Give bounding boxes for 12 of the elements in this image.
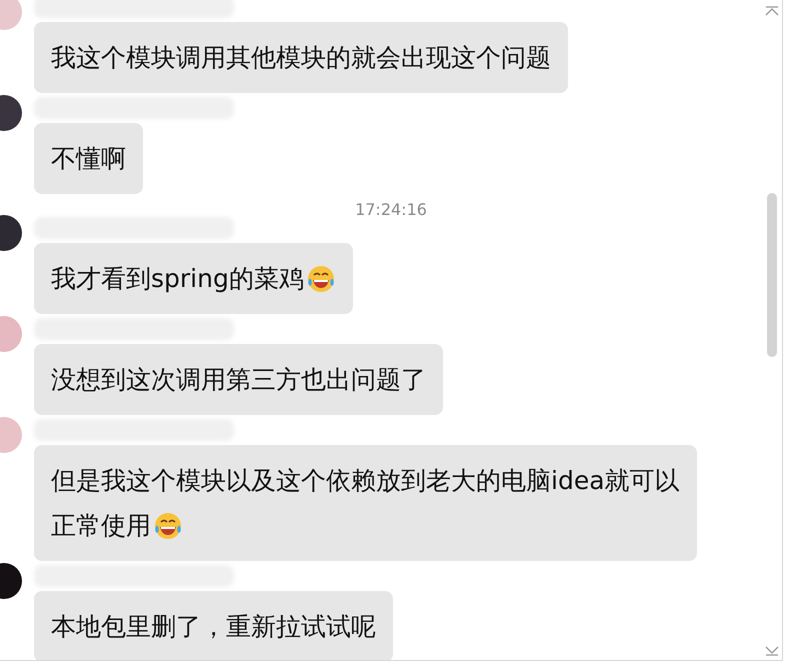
message-bubble: 本地包里删了，重新拉试试呢: [34, 591, 393, 660]
laughing-emoji-icon: [306, 264, 336, 294]
scrollbar-thumb[interactable]: [767, 193, 777, 357]
timestamp: 17:24:16: [355, 200, 427, 219]
scroll-bottom-icon[interactable]: [765, 646, 779, 656]
message-bubble: 但是我这个模块以及这个依赖放到老大的电脑idea就可以 正常使用: [34, 445, 697, 561]
scroll-top-icon[interactable]: [765, 6, 779, 16]
laughing-emoji-icon: [153, 510, 183, 540]
message-bubble: 我这个模块调用其他模块的就会出现这个问题: [34, 22, 568, 93]
message-bubble: 我才看到spring的菜鸡: [34, 243, 353, 314]
message-bubble: 没想到这次调用第三方也出问题了: [34, 344, 443, 415]
message-bubble: 不懂啊: [34, 123, 143, 194]
